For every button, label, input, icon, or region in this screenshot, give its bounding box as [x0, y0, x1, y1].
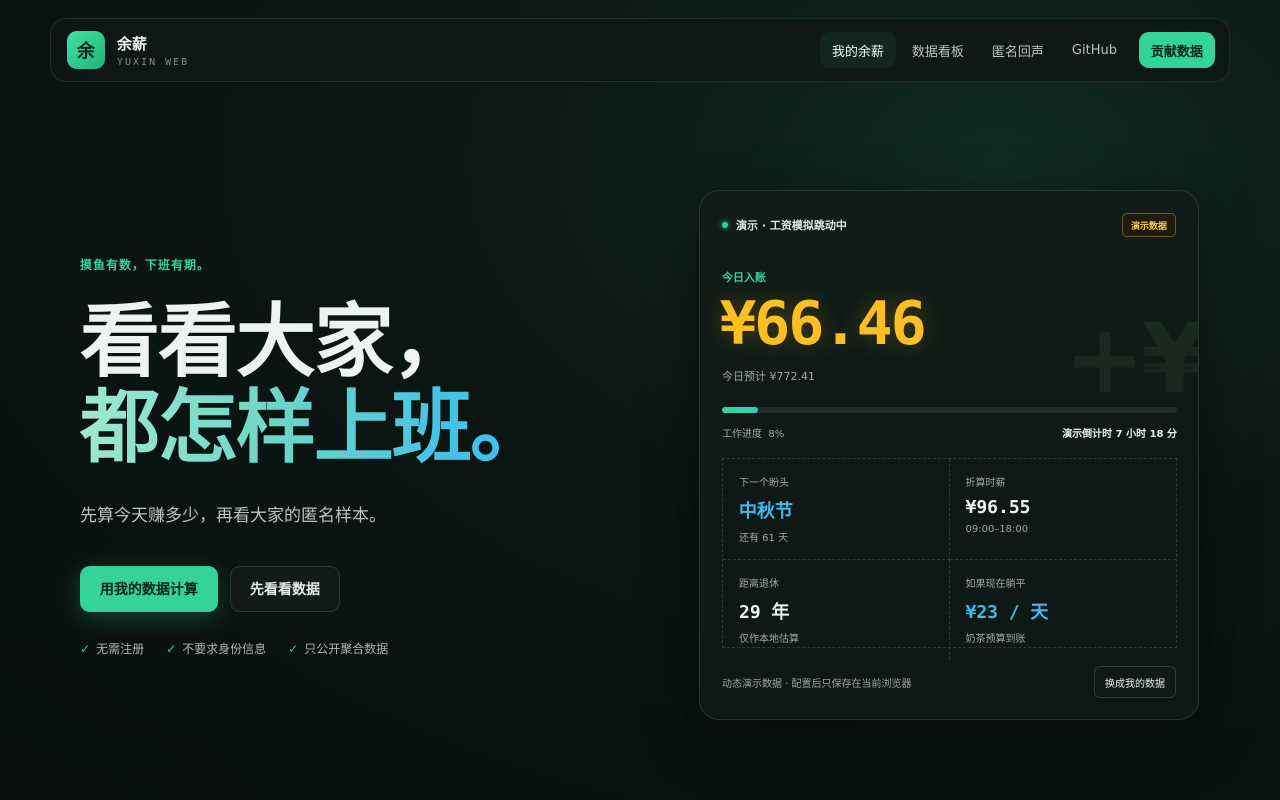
brand-text: 余薪 YUXIN WEB — [117, 33, 189, 68]
stat-value: ¥96.55 — [965, 497, 1031, 518]
progress-row: 工作进度 8% 演示倒计时 7 小时 18 分 — [722, 425, 1177, 440]
status-indicator: 演示 · 工资模拟跳动中 — [722, 217, 847, 233]
check-icon: ✓ — [288, 641, 299, 656]
progress-label: 工作进度 — [722, 429, 762, 440]
check-label: 不要求身份信息 — [182, 642, 267, 656]
card-header: 演示 · 工资模拟跳动中 演示数据 — [722, 213, 1176, 237]
footer-note: 动态演示数据 · 配置后只保存在当前浏览器 — [722, 678, 912, 690]
demo-countdown: 演示倒计时 7 小时 18 分 — [1062, 429, 1177, 440]
nav-links: 我的余薪 数据看板 匿名回声 GitHub 贡献数据 — [819, 32, 1215, 68]
nav-link-dashboard[interactable]: 数据看板 — [900, 32, 976, 68]
view-data-first-button[interactable]: 先看看数据 — [230, 566, 340, 612]
stat-value: ¥23 / 天 — [965, 602, 1049, 623]
check-item: ✓ 不要求身份信息 — [166, 640, 266, 657]
today-earnings-amount: ¥66.46 — [720, 289, 927, 359]
hero: 摸鱼有数，下班有期。 看看大家， 都怎样上班。 先算今天赚多少，再看大家的匿名样… — [80, 256, 640, 657]
nav-link-anonymous-echo[interactable]: 匿名回声 — [980, 32, 1056, 68]
stat-note: 还有 61 天 — [739, 533, 789, 544]
stat-retirement: 距离退休 29 年 仅作本地估算 — [723, 560, 950, 660]
hero-headline: 看看大家， 都怎样上班。 — [80, 299, 640, 471]
check-icon: ✓ — [80, 641, 91, 656]
status-text: 演示 · 工资模拟跳动中 — [736, 219, 847, 232]
top-nav: 余 余薪 YUXIN WEB 我的余薪 数据看板 匿名回声 GitHub 贡献数… — [50, 18, 1230, 82]
work-progress-fill — [722, 407, 759, 413]
brand[interactable]: 余 余薪 YUXIN WEB — [67, 31, 189, 69]
check-item: ✓ 无需注册 — [80, 640, 144, 657]
stat-value: 中秋节 — [739, 501, 793, 522]
brand-name: 余薪 — [117, 34, 148, 53]
hero-subtitle: 先算今天赚多少，再看大家的匿名样本。 — [80, 506, 386, 526]
headline-line-1: 看看大家， — [80, 295, 472, 388]
contribute-data-button[interactable]: 贡献数据 — [1138, 32, 1215, 68]
brand-subtitle: YUXIN WEB — [117, 56, 190, 68]
stat-next-holiday: 下一个盼头 中秋节 还有 61 天 — [723, 459, 950, 560]
check-label: 只公开聚合数据 — [304, 642, 389, 656]
stat-note: 奶茶预算到账 — [965, 634, 1026, 645]
progress-text: 工作进度 8% — [722, 425, 784, 440]
stat-note: 09:00–18:00 — [965, 524, 1029, 535]
switch-to-my-data-button[interactable]: 换成我的数据 — [1094, 666, 1176, 698]
stat-label: 距离退休 — [739, 579, 779, 590]
stat-note: 仅作本地估算 — [739, 634, 799, 645]
nav-link-github[interactable]: GitHub — [1060, 32, 1129, 68]
watermark: +¥ — [1064, 303, 1199, 415]
check-item: ✓ 只公开聚合数据 — [288, 640, 388, 657]
hero-cta-row: 用我的数据计算 先看看数据 — [80, 566, 640, 612]
stats-grid: 下一个盼头 中秋节 还有 61 天 折算时薪 ¥96.55 09:00–18:0… — [722, 458, 1177, 660]
stat-label: 下一个盼头 — [739, 478, 789, 489]
today-earnings-label: 今日入账 — [722, 271, 766, 284]
stat-hourly-wage: 折算时薪 ¥96.55 09:00–18:00 — [949, 459, 1176, 560]
nav-link-my-salary[interactable]: 我的余薪 — [819, 32, 896, 68]
demo-salary-card: +¥ 演示 · 工资模拟跳动中 演示数据 今日入账 ¥66.46 今日预计 ¥7… — [699, 190, 1199, 720]
stat-value: 29 年 — [739, 602, 790, 623]
headline-line-2: 都怎样上班。 — [80, 385, 640, 471]
stat-lie-flat: 如果现在躺平 ¥23 / 天 奶茶预算到账 — [950, 560, 1177, 660]
calculate-with-my-data-button[interactable]: 用我的数据计算 — [80, 566, 218, 612]
live-dot-icon — [722, 222, 728, 228]
demo-badge: 演示数据 — [1121, 213, 1176, 237]
stat-label: 折算时薪 — [965, 478, 1006, 489]
work-progress-bar — [722, 407, 1177, 413]
card-footer: 动态演示数据 · 配置后只保存在当前浏览器 换成我的数据 — [722, 666, 1176, 698]
check-label: 无需注册 — [96, 642, 145, 656]
hero-eyebrow: 摸鱼有数，下班有期。 — [80, 258, 211, 272]
stat-label: 如果现在躺平 — [965, 579, 1026, 590]
logo-icon: 余 — [67, 31, 105, 69]
check-icon: ✓ — [166, 641, 177, 656]
progress-value: 8% — [768, 429, 785, 440]
today-forecast: 今日预计 ¥772.41 — [722, 370, 815, 383]
feature-checks: ✓ 无需注册 ✓ 不要求身份信息 ✓ 只公开聚合数据 — [80, 640, 640, 657]
